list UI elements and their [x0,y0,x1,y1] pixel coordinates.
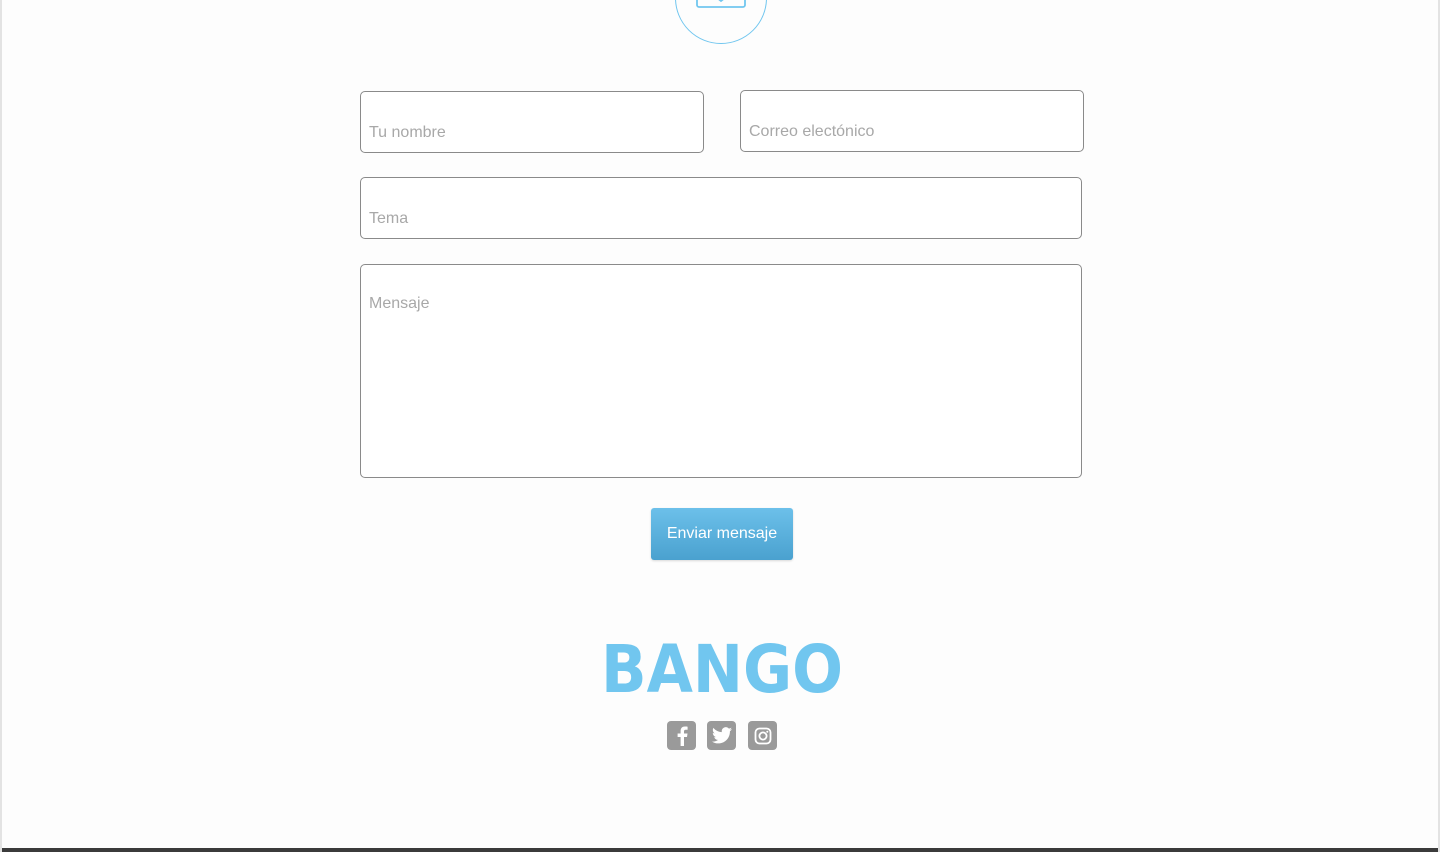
instagram-link[interactable] [748,721,777,750]
bottom-divider [2,848,1438,852]
twitter-link[interactable] [707,721,736,750]
logo-text: BANGO [601,638,843,696]
email-input[interactable] [740,90,1084,152]
contact-page: Enviar mensaje BANGO [0,0,1440,852]
facebook-icon [677,726,688,746]
mail-circle [675,0,767,44]
facebook-link[interactable] [667,721,696,750]
message-textarea[interactable] [360,264,1082,478]
envelope-icon [696,0,746,8]
twitter-icon [711,727,732,744]
send-message-button[interactable]: Enviar mensaje [651,508,793,560]
instagram-icon [754,727,771,744]
name-input[interactable] [360,91,704,153]
subject-input[interactable] [360,177,1082,239]
bango-logo: BANGO [601,638,843,696]
